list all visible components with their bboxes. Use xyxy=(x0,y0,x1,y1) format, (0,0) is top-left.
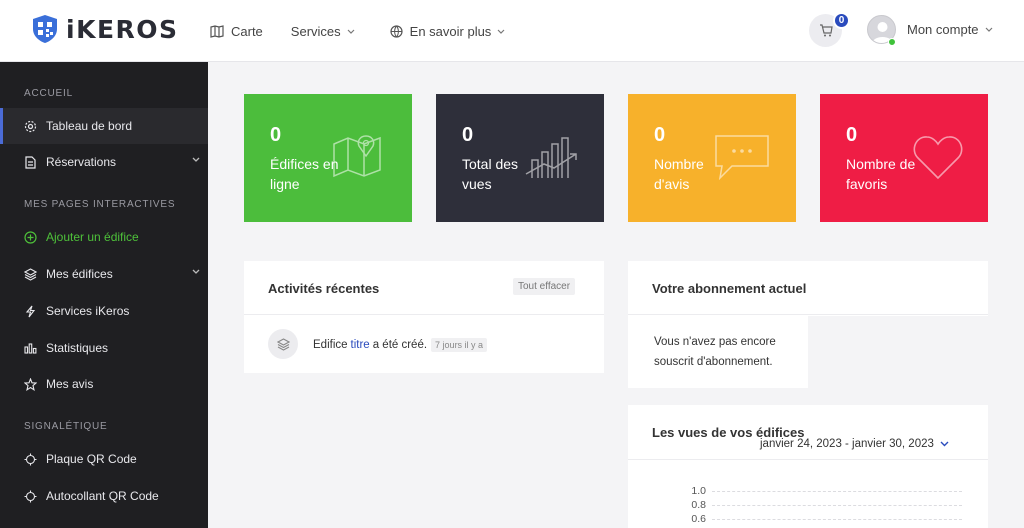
logo[interactable]: iKEROS xyxy=(32,12,179,46)
sidebar-item-statistiques[interactable]: Statistiques xyxy=(0,330,208,366)
divider xyxy=(628,314,988,315)
sidebar-item-label: Mes avis xyxy=(46,377,94,391)
grid-line xyxy=(712,505,962,506)
chevron-down-icon xyxy=(985,27,992,32)
nav-en-savoir-plus[interactable]: En savoir plus xyxy=(390,24,513,39)
grid-line xyxy=(712,491,962,492)
map-pin-icon xyxy=(333,135,381,178)
crosshair-icon xyxy=(22,451,38,467)
cart-count-badge: 0 xyxy=(833,12,850,29)
sidebar-item-services-ikeros[interactable]: Services iKeros xyxy=(0,293,208,329)
sidebar-item-label: Mes édifices xyxy=(46,267,113,281)
speech-bubble-icon xyxy=(715,135,769,180)
document-icon xyxy=(22,154,38,170)
sidebar-item-label: Autocollant QR Code xyxy=(46,489,159,503)
nav-label: Carte xyxy=(231,23,263,39)
logo-text: iKEROS xyxy=(66,14,179,44)
subscription-side xyxy=(808,316,988,388)
activity-item: Edifice titre a été créé. 7 jours il y a xyxy=(313,338,488,352)
sidebar-item-label: Ajouter un édifice xyxy=(46,230,139,244)
globe-icon xyxy=(390,24,403,38)
sidebar-item-label: Tableau de bord xyxy=(46,119,133,133)
date-range-label: janvier 24, 2023 - janvier 30, 2023 xyxy=(760,438,934,450)
cart-icon xyxy=(819,24,833,37)
crosshair-icon xyxy=(22,488,38,504)
cart-button[interactable]: 0 xyxy=(809,12,850,47)
map-icon xyxy=(210,24,224,38)
account-label: Mon compte xyxy=(907,22,979,37)
grid-line xyxy=(712,519,962,520)
shield-logo-icon xyxy=(33,15,57,43)
heart-icon xyxy=(913,136,963,180)
stat-card-favoris[interactable]: 0 Nombre de favoris xyxy=(820,94,988,222)
layers-icon xyxy=(22,266,38,282)
sidebar-item-mes-avis[interactable]: Mes avis xyxy=(0,366,208,402)
activity-icon xyxy=(268,329,298,359)
account-menu[interactable]: Mon compte xyxy=(907,22,993,37)
chevron-down-icon xyxy=(347,29,355,34)
panel-title: Votre abonnement actuel xyxy=(652,281,807,296)
activity-prefix: Edifice xyxy=(313,339,348,351)
clear-all-button[interactable]: Tout effacer xyxy=(513,278,576,295)
stat-value: 0 xyxy=(846,124,858,146)
sidebar-section-title: ACCUEIL xyxy=(24,88,73,99)
gear-icon xyxy=(22,118,38,134)
top-header: iKEROS Carte Services En savoir plus 0 M… xyxy=(0,0,1024,62)
sidebar: ACCUEIL Tableau de bord Réservations MES… xyxy=(0,62,208,528)
chevron-down-icon xyxy=(192,157,200,162)
stat-value: 0 xyxy=(462,124,474,146)
sidebar-item-label: Plaque QR Code xyxy=(46,452,137,466)
stat-value: 0 xyxy=(654,124,666,146)
sidebar-section-title: SIGNALÉTIQUE xyxy=(24,421,108,432)
activity-suffix: a été créé. xyxy=(372,339,428,351)
stat-card-edifices[interactable]: 0 Édifices en ligne xyxy=(244,94,412,222)
sidebar-item-tableau-de-bord[interactable]: Tableau de bord xyxy=(0,108,208,144)
activity-time: 7 jours il y a xyxy=(431,338,488,352)
online-status-dot xyxy=(888,38,896,46)
sidebar-item-reservations[interactable]: Réservations xyxy=(0,144,208,180)
nav-label: Services xyxy=(290,23,341,39)
sidebar-item-ajouter-edifice[interactable]: Ajouter un édifice xyxy=(0,219,208,255)
activity-link[interactable]: titre xyxy=(351,339,370,351)
y-tick-label: 1.0 xyxy=(691,485,706,497)
sidebar-item-mes-edifices[interactable]: Mes édifices xyxy=(0,256,208,292)
nav-carte[interactable]: Carte xyxy=(210,24,263,39)
y-tick-label: 0.6 xyxy=(691,513,706,525)
sidebar-section-title: MES PAGES INTERACTIVES xyxy=(24,199,176,210)
stat-card-avis[interactable]: 0 Nombre d'avis xyxy=(628,94,796,222)
sidebar-item-plaque-qr-code[interactable]: Plaque QR Code xyxy=(0,441,208,477)
nav-services[interactable]: Services xyxy=(291,24,362,39)
chevron-down-icon xyxy=(192,269,200,274)
bolt-icon xyxy=(22,303,38,319)
divider xyxy=(244,314,604,315)
stat-value: 0 xyxy=(270,124,282,146)
chevron-down-icon xyxy=(497,29,505,34)
chevron-down-icon xyxy=(940,441,949,447)
y-tick-label: 0.8 xyxy=(691,499,706,511)
subscription-text: Vous n'avez pas encore souscrit d'abonne… xyxy=(654,336,776,368)
sidebar-item-label: Statistiques xyxy=(46,341,109,355)
sidebar-item-label: Services iKeros xyxy=(46,304,130,318)
plus-circle-icon xyxy=(22,229,38,245)
bar-chart-icon xyxy=(22,340,38,356)
date-range-picker[interactable]: janvier 24, 2023 - janvier 30, 2023 xyxy=(760,438,949,450)
sidebar-item-autocollant-qr-code[interactable]: Autocollant QR Code xyxy=(0,478,208,514)
growth-chart-icon xyxy=(525,137,577,178)
sidebar-item-label: Réservations xyxy=(46,155,117,169)
stat-card-vues[interactable]: 0 Total des vues xyxy=(436,94,604,222)
divider xyxy=(628,459,988,460)
main-nav: Carte Services En savoir plus xyxy=(210,0,540,62)
nav-label: En savoir plus xyxy=(409,23,492,39)
panel-title: Activités récentes xyxy=(268,281,380,296)
star-icon xyxy=(22,376,38,392)
layers-icon xyxy=(276,337,290,351)
